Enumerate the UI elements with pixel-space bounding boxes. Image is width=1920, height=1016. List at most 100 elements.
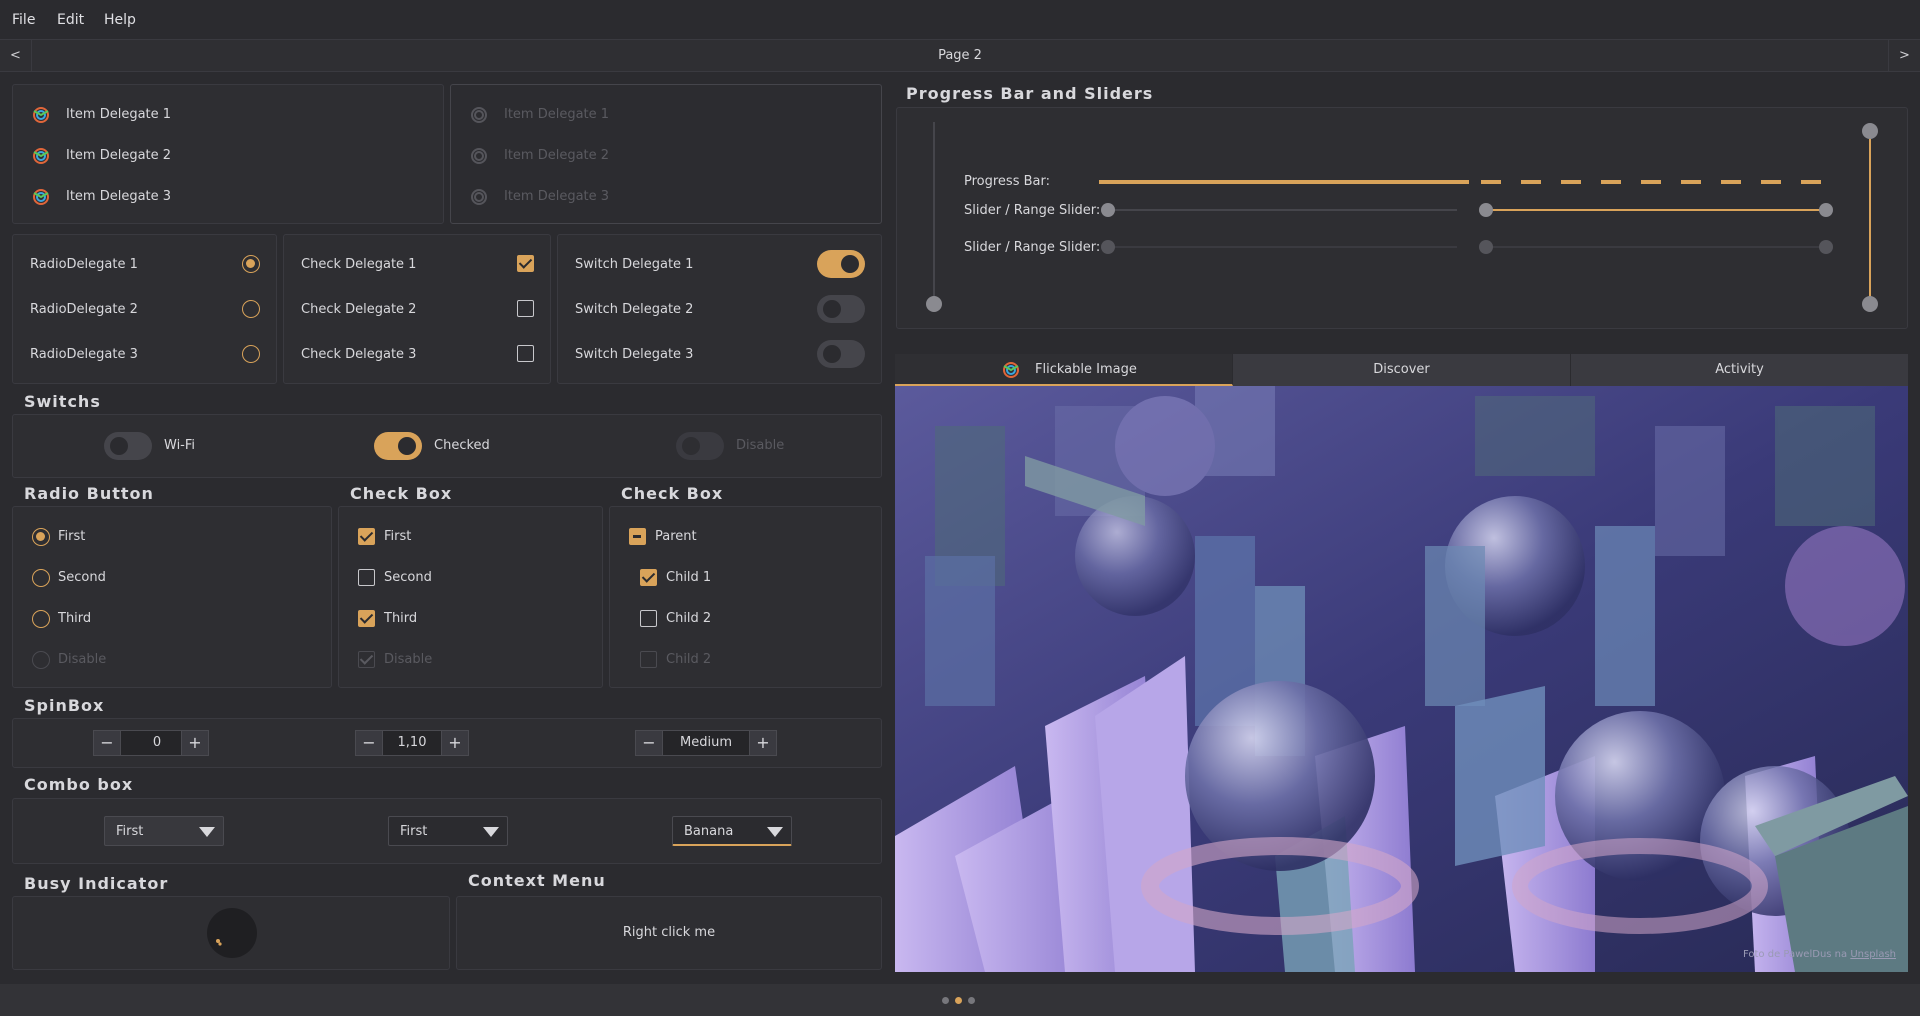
radio-button-panel: First Second Third Disable xyxy=(12,506,332,688)
context-menu-panel[interactable]: Right click me xyxy=(456,896,882,970)
spinbox-3-value[interactable]: Medium xyxy=(663,730,749,756)
spinbox-title: SpinBox xyxy=(24,696,105,715)
switch-delegate-1[interactable] xyxy=(817,250,865,278)
tab-discover[interactable]: Discover xyxy=(1233,354,1571,386)
vertical-range-slider-track xyxy=(1869,131,1871,304)
next-page-button[interactable]: > xyxy=(1888,40,1920,72)
qt-logo-icon xyxy=(471,148,487,164)
menu-help[interactable]: Help xyxy=(104,12,136,28)
image-credit-mid: na xyxy=(1831,949,1851,960)
radio-second[interactable] xyxy=(32,569,50,587)
slider-label-1: Slider / Range Slider: xyxy=(964,203,1101,218)
progress-bar-fill xyxy=(1099,180,1469,184)
tab-discover-label: Discover xyxy=(1373,362,1430,377)
combo-box-2[interactable]: First xyxy=(388,816,508,846)
check-box-tree-panel: Parent Child 1 Child 2 Child 2 xyxy=(609,506,882,688)
item-delegate-disabled-3: Item Delegate 3 xyxy=(504,189,610,204)
checkbox-child-2-label: Child 2 xyxy=(666,611,712,626)
busy-indicator-spinner xyxy=(207,908,257,958)
tab-flickable-image[interactable]: Flickable Image xyxy=(895,354,1233,386)
combo-box-panel: First First Banana xyxy=(12,798,882,864)
progress-bar-indeterminate xyxy=(1481,180,1839,184)
qt-logo-icon xyxy=(33,189,49,205)
page-indicator-dot-1[interactable] xyxy=(942,997,949,1004)
qt-logo-icon xyxy=(33,107,49,123)
checkbox-child-1[interactable] xyxy=(640,569,657,586)
spinbox-3-minus-button[interactable]: − xyxy=(635,730,663,756)
image-credit-prefix: Foto de xyxy=(1743,949,1784,960)
radio-delegate-1[interactable] xyxy=(242,255,260,273)
range-slider-2-first-handle xyxy=(1479,240,1493,254)
range-slider-2-track xyxy=(1485,246,1825,248)
combo-box-1[interactable]: First xyxy=(104,816,224,846)
range-slider-1-second-handle[interactable] xyxy=(1819,203,1833,217)
flickable-image[interactable]: Foto de PawelDus na Unsplash xyxy=(895,386,1908,972)
checkbox-third[interactable] xyxy=(358,610,375,627)
combo-box-3-value: Banana xyxy=(684,824,734,839)
radio-delegate-3[interactable] xyxy=(242,345,260,363)
spinbox-2-minus-button[interactable]: − xyxy=(355,730,383,756)
radio-third[interactable] xyxy=(32,610,50,628)
switch-delegate-2[interactable] xyxy=(817,295,865,323)
radio-first[interactable] xyxy=(32,528,50,546)
radio-delegate-label-3: RadioDelegate 3 xyxy=(30,347,138,362)
vertical-range-slider-bottom-handle[interactable] xyxy=(1862,296,1878,312)
tab-flickable-image-label: Flickable Image xyxy=(1035,362,1137,377)
range-slider-1-track xyxy=(1485,209,1825,211)
checkbox-child-1-label: Child 1 xyxy=(666,570,712,585)
page-indicator-dot-3[interactable] xyxy=(968,997,975,1004)
combo-box-3[interactable]: Banana xyxy=(672,816,792,846)
checkbox-child-2-disabled-label: Child 2 xyxy=(666,652,712,667)
spinbox-2-plus-button[interactable]: + xyxy=(441,730,469,756)
checkbox-parent[interactable] xyxy=(629,528,646,545)
radio-delegate-2[interactable] xyxy=(242,300,260,318)
page-title: Page 2 xyxy=(938,48,982,63)
checked-label: Checked xyxy=(434,438,490,453)
page-indicator-dot-2[interactable] xyxy=(955,997,962,1004)
vertical-range-slider-top-handle[interactable] xyxy=(1862,123,1878,139)
tab-activity[interactable]: Activity xyxy=(1571,354,1908,386)
spinbox-1-minus-button[interactable]: − xyxy=(93,730,121,756)
switch-delegate-3[interactable] xyxy=(817,340,865,368)
menu-file[interactable]: File xyxy=(12,12,35,28)
check-delegate-1[interactable] xyxy=(517,255,534,272)
check-delegate-2[interactable] xyxy=(517,300,534,317)
disable-label: Disable xyxy=(736,438,785,453)
check-delegate-3[interactable] xyxy=(517,345,534,362)
context-menu-title: Context Menu xyxy=(468,871,606,890)
chevron-down-icon xyxy=(483,827,499,837)
menu-bar: File Edit Help xyxy=(0,0,1920,40)
checkbox-first[interactable] xyxy=(358,528,375,545)
radio-button-title: Radio Button xyxy=(24,484,154,503)
qt-logo-icon xyxy=(471,189,487,205)
switch-delegate-label-2: Switch Delegate 2 xyxy=(575,302,694,317)
slider-1-handle[interactable] xyxy=(1101,203,1115,217)
item-delegate-2[interactable]: Item Delegate 2 xyxy=(66,148,171,163)
slider-label-2: Slider / Range Slider: xyxy=(964,240,1101,255)
wifi-label: Wi-Fi xyxy=(164,438,196,453)
slider-2-handle xyxy=(1101,240,1115,254)
vertical-slider-handle[interactable] xyxy=(926,296,942,312)
context-menu-text: Right click me xyxy=(622,925,716,940)
image-credit-author[interactable]: PawelDus xyxy=(1783,949,1831,960)
check-delegate-label-3: Check Delegate 3 xyxy=(301,347,417,362)
combo-box-title: Combo box xyxy=(24,775,134,794)
checkbox-second[interactable] xyxy=(358,569,375,586)
item-delegate-3[interactable]: Item Delegate 3 xyxy=(66,189,171,204)
menu-edit[interactable]: Edit xyxy=(57,12,84,28)
wifi-switch[interactable] xyxy=(104,432,152,460)
spinbox-2-value[interactable]: 1,10 xyxy=(383,730,441,756)
checkbox-second-label: Second xyxy=(384,570,432,585)
checkbox-child-2[interactable] xyxy=(640,610,657,627)
spinbox-3-plus-button[interactable]: + xyxy=(749,730,777,756)
check-delegate-label-1: Check Delegate 1 xyxy=(301,257,417,272)
progress-bar-label: Progress Bar: xyxy=(964,174,1050,189)
spinbox-1-plus-button[interactable]: + xyxy=(181,730,209,756)
slider-2-track xyxy=(1107,246,1457,248)
range-slider-1-first-handle[interactable] xyxy=(1479,203,1493,217)
progress-title: Progress Bar and Sliders xyxy=(906,84,1154,103)
checkbox-disable xyxy=(358,651,375,668)
image-credit-link[interactable]: Unsplash xyxy=(1850,949,1896,960)
checked-switch[interactable] xyxy=(374,432,422,460)
item-delegate-1[interactable]: Item Delegate 1 xyxy=(66,107,171,122)
